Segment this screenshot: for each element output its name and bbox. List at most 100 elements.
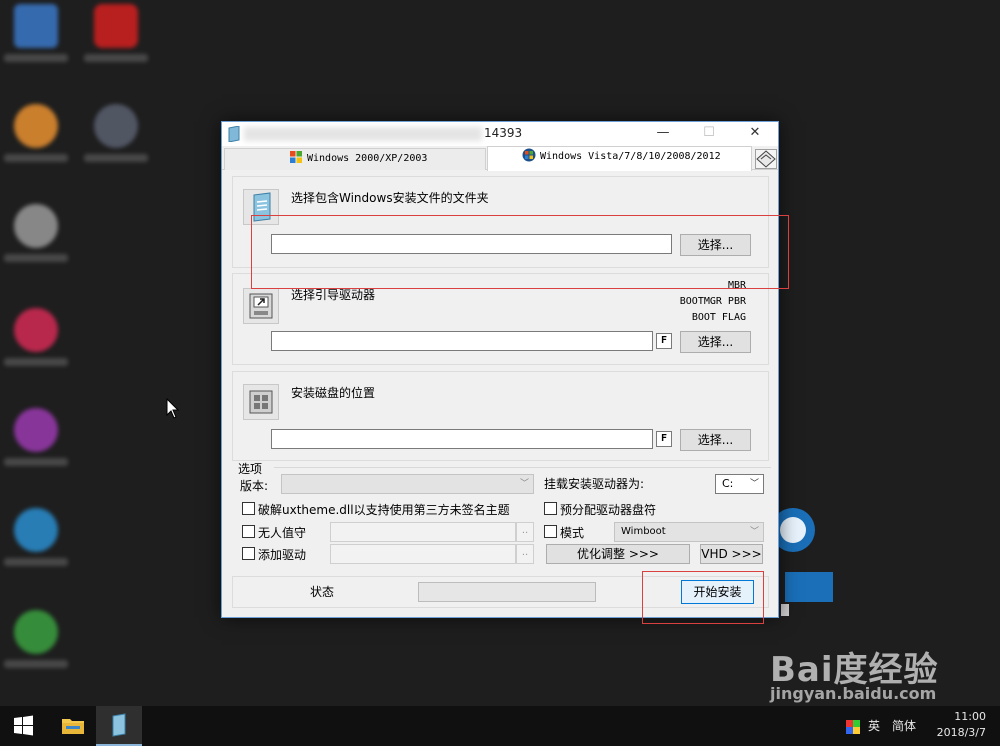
mount-drive-select[interactable]: C: ﹀	[715, 474, 764, 494]
tab-windows-xp[interactable]: Windows 2000/XP/2003	[224, 148, 486, 170]
app-icon	[14, 610, 58, 654]
boot-status-info: MBR BOOTMGR PBR BOOT FLAG	[680, 278, 746, 326]
select-source-button[interactable]: 选择...	[680, 234, 751, 256]
install-drive-section: 安装磁盘的位置 F 选择...	[232, 371, 769, 461]
ime-mode[interactable]: 简体	[892, 706, 916, 746]
source-folder-section: 选择包含Windows安装文件的文件夹 选择...	[232, 176, 769, 268]
start-install-button[interactable]: 开始安装	[681, 580, 754, 604]
desktop-icon-blue-app[interactable]	[0, 504, 70, 574]
start-button[interactable]	[0, 706, 46, 746]
desktop-icon-gear-app[interactable]	[80, 100, 150, 170]
chevron-down-icon: ﹀	[519, 479, 529, 489]
mount-drive-label: 挂载安装驱动器为:	[544, 477, 645, 491]
desktop-icon-purple-app[interactable]	[0, 404, 70, 474]
app-icon	[14, 204, 58, 248]
disk-icon	[756, 150, 776, 168]
source-folder-label: 选择包含Windows安装文件的文件夹	[291, 191, 489, 205]
app-icon	[94, 4, 138, 48]
source-folder-input[interactable]	[271, 234, 672, 254]
desktop-icon-green-app[interactable]	[0, 606, 70, 676]
select-boot-button[interactable]: 选择...	[680, 331, 751, 353]
tab-label: Windows 2000/XP/2003	[307, 153, 428, 164]
taskbar-file-explorer[interactable]	[50, 706, 96, 746]
chevron-down-icon: ﹀	[749, 479, 759, 489]
title-bar[interactable]: 14393 — ☐ ✕	[222, 122, 778, 146]
options-heading: 选项	[238, 462, 263, 476]
taskbar-winntsetup[interactable]	[96, 706, 142, 746]
install-progress-bar	[418, 582, 596, 602]
crack-uxtheme-checkbox[interactable]	[242, 502, 255, 515]
mode-select[interactable]: Wimboot ﹀	[614, 522, 764, 542]
baidu-watermark-url: jingyan.baidu.com	[770, 684, 937, 703]
boot-drive-section: 选择引导驱动器 MBR BOOTMGR PBR BOOT FLAG F 选择..…	[232, 273, 769, 365]
gear-icon	[94, 104, 138, 148]
color-icon	[846, 719, 860, 734]
windows-logo-icon	[14, 715, 33, 736]
minimize-button[interactable]: —	[640, 122, 686, 146]
boot-drive-label: 选择引导驱动器	[291, 288, 376, 302]
install-format-button[interactable]: F	[656, 431, 672, 447]
bootmgr-pbr-status: BOOTMGR PBR	[679, 296, 746, 307]
maximize-button[interactable]: ☐	[686, 122, 732, 146]
windows-xp-logo-icon	[290, 151, 302, 163]
add-driver-label: 添加驱动	[258, 548, 307, 562]
windows-7-logo-icon	[522, 148, 536, 162]
edition-select[interactable]: ﹀	[281, 474, 534, 494]
background-window-fragment	[771, 500, 835, 620]
app-icon	[14, 508, 58, 552]
desktop-icon-pink-app[interactable]	[0, 304, 70, 374]
unattended-path	[330, 522, 516, 542]
boot-drive-icon	[243, 288, 279, 324]
mbr-status: MBR	[727, 280, 746, 291]
driver-browse-button[interactable]: ..	[516, 544, 534, 564]
app-icon	[112, 713, 126, 737]
mode-label: 模式	[560, 526, 585, 540]
desktop-icon-red-app[interactable]	[80, 0, 150, 70]
tab-windows-vista-plus[interactable]: Windows Vista/7/8/10/2008/2012	[487, 146, 752, 171]
add-driver-checkbox[interactable]	[242, 547, 255, 560]
folder-icon	[243, 189, 279, 225]
boot-flag-status: BOOT FLAG	[691, 312, 746, 323]
select-install-button[interactable]: 选择...	[680, 429, 751, 451]
app-icon	[228, 126, 240, 142]
preassign-drive-label: 预分配驱动器盘符	[560, 503, 657, 517]
drive-icon-button[interactable]	[755, 149, 777, 169]
crack-uxtheme-label: 破解uxtheme.dll以支持使用第三方未签名主题	[258, 503, 510, 517]
window-title: 14393	[484, 126, 523, 140]
app-icon	[14, 104, 58, 148]
driver-path	[330, 544, 516, 564]
close-button[interactable]: ✕	[732, 122, 778, 146]
desktop-icon-orange-app[interactable]	[0, 100, 70, 170]
install-drive-input[interactable]	[271, 429, 653, 449]
unattended-browse-button[interactable]: ..	[516, 522, 534, 542]
preassign-drive-checkbox[interactable]	[544, 502, 557, 515]
clock-date: 2018/3/7	[936, 726, 986, 739]
mouse-cursor-icon	[166, 398, 180, 419]
taskbar: 英 简体 11:00 2018/3/7	[0, 706, 1000, 746]
unattended-label: 无人值守	[258, 526, 307, 540]
boot-drive-input[interactable]	[271, 331, 653, 351]
chevron-down-icon: ﹀	[749, 527, 759, 537]
computer-icon	[14, 4, 58, 48]
desktop-icon-computer[interactable]	[0, 0, 70, 70]
winntsetup-dialog: 14393 — ☐ ✕ Windows 2000/XP/2003 Windows…	[221, 121, 779, 618]
title-redacted	[244, 127, 482, 141]
unattended-checkbox[interactable]	[242, 525, 255, 538]
color-tray-icon[interactable]	[846, 706, 860, 746]
ime-language[interactable]: 英	[868, 706, 880, 746]
clock[interactable]: 11:00 2018/3/7	[937, 709, 986, 741]
os-tabs: Windows 2000/XP/2003 Windows Vista/7/8/1…	[222, 146, 778, 171]
boot-format-button[interactable]: F	[656, 333, 672, 349]
tweaks-button[interactable]: 优化调整 >>>	[546, 544, 690, 564]
tab-label: Windows Vista/7/8/10/2008/2012	[540, 151, 721, 162]
options-divider	[274, 467, 771, 468]
mode-checkbox[interactable]	[544, 525, 557, 538]
install-drive-label: 安装磁盘的位置	[291, 386, 376, 400]
app-icon	[14, 308, 58, 352]
status-label: 状态	[310, 585, 335, 599]
edition-label: 版本:	[240, 479, 269, 493]
vhd-button[interactable]: VHD >>>	[700, 544, 763, 564]
desktop-icon-gray-app[interactable]	[0, 200, 70, 270]
folder-icon	[62, 719, 84, 734]
clock-time: 11:00	[954, 710, 986, 723]
